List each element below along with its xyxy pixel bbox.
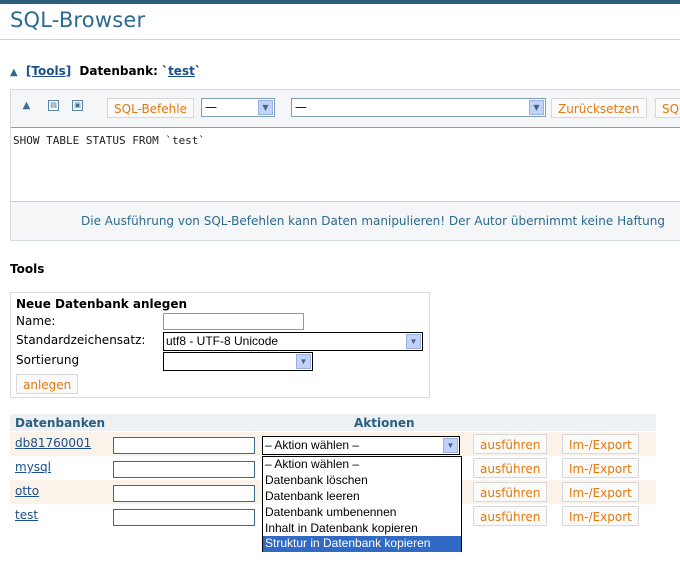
execute-button[interactable]: ausführen bbox=[473, 458, 548, 478]
db-target-input[interactable] bbox=[113, 437, 255, 454]
db-link[interactable]: test bbox=[168, 64, 195, 78]
execute-button[interactable]: ausführen bbox=[473, 506, 548, 526]
chevron-down-icon: ▼ bbox=[258, 100, 273, 115]
db-link[interactable]: test bbox=[15, 508, 38, 522]
db-link[interactable]: mysql bbox=[15, 460, 51, 474]
tools-link[interactable]: [Tools] bbox=[26, 64, 71, 78]
up-arrow-icon[interactable]: ▲ bbox=[21, 100, 32, 111]
sql-command-select[interactable]: — ▼ bbox=[291, 98, 546, 117]
sql-command-value: — bbox=[295, 100, 307, 114]
db-target-input[interactable] bbox=[113, 461, 255, 478]
table-header: Datenbanken Aktionen bbox=[10, 414, 656, 431]
sql-category-select[interactable]: — ▼ bbox=[201, 98, 275, 117]
execute-button[interactable]: ausführen bbox=[473, 482, 548, 502]
sql-execute-button[interactable]: SQ bbox=[655, 98, 680, 118]
col-actions: Aktionen bbox=[354, 416, 415, 430]
charset-label: Standardzeichensatz: bbox=[16, 333, 146, 347]
breadcrumb: ▲ [Tools] Datenbank: `test` bbox=[10, 64, 201, 78]
dropdown-option[interactable]: Inhalt in Datenbank kopieren bbox=[263, 521, 461, 537]
new-db-heading: Neue Datenbank anlegen bbox=[16, 297, 188, 311]
chevron-down-icon: ▼ bbox=[529, 100, 544, 115]
chevron-down-icon: ▼ bbox=[443, 438, 458, 453]
charset-select[interactable]: utf8 - UTF-8 Unicode ▼ bbox=[163, 332, 423, 351]
chevron-down-icon: ▼ bbox=[406, 334, 421, 349]
db-target-input[interactable] bbox=[113, 485, 255, 502]
db-link[interactable]: db81760001 bbox=[15, 436, 91, 450]
dropdown-option-highlighted[interactable]: Struktur in Datenbank kopieren bbox=[263, 536, 461, 552]
db-target-input[interactable] bbox=[113, 509, 255, 526]
charset-value: utf8 - UTF-8 Unicode bbox=[166, 334, 279, 348]
sql-panel: ▲ ▤ ▣ SQL-Befehle — ▼ — ▼ Zurücksetzen S… bbox=[10, 89, 680, 241]
reset-button[interactable]: Zurücksetzen bbox=[551, 98, 647, 118]
import-export-button[interactable]: Im-/Export bbox=[562, 506, 639, 526]
collation-label: Sortierung bbox=[16, 353, 80, 367]
title-divider bbox=[0, 39, 680, 40]
execute-button[interactable]: ausführen bbox=[473, 434, 548, 454]
import-export-button[interactable]: Im-/Export bbox=[562, 482, 639, 502]
action-select-value: – Aktion wählen – bbox=[265, 438, 360, 452]
dropdown-option[interactable]: Datenbank umbenennen bbox=[263, 505, 461, 521]
dropdown-option[interactable]: Datenbank leeren bbox=[263, 489, 461, 505]
tools-heading: Tools bbox=[10, 262, 45, 276]
table-row: db81760001 – Aktion wählen – ▼ ausführen… bbox=[10, 432, 656, 456]
dropdown-option[interactable]: – Aktion wählen – bbox=[263, 457, 461, 473]
sql-commands-button[interactable]: SQL-Befehle bbox=[107, 98, 194, 118]
warning-text: Die Ausführung von SQL-Befehlen kann Dat… bbox=[81, 214, 665, 228]
top-bar bbox=[0, 0, 680, 4]
db-name-input[interactable] bbox=[163, 313, 304, 330]
sql-editor[interactable]: SHOW TABLE STATUS FROM `test` bbox=[11, 127, 680, 202]
db-label: Datenbank: ` bbox=[79, 64, 169, 78]
db-link[interactable]: otto bbox=[15, 484, 39, 498]
back-arrow-icon: ▲ bbox=[10, 67, 18, 78]
import-export-button[interactable]: Im-/Export bbox=[562, 458, 639, 478]
dropdown-option[interactable]: Datenbank löschen bbox=[263, 473, 461, 489]
name-label: Name: bbox=[16, 314, 56, 328]
action-select[interactable]: – Aktion wählen – ▼ bbox=[262, 436, 460, 455]
new-database-form: Neue Datenbank anlegen Name: Standardzei… bbox=[10, 292, 430, 398]
collation-select[interactable]: ▼ bbox=[163, 352, 313, 371]
db-suffix: ` bbox=[194, 64, 201, 78]
create-db-button[interactable]: anlegen bbox=[16, 374, 79, 394]
sql-category-value: — bbox=[205, 100, 217, 114]
col-databases: Datenbanken bbox=[15, 416, 106, 430]
import-export-button[interactable]: Im-/Export bbox=[562, 434, 639, 454]
chevron-down-icon: ▼ bbox=[296, 354, 311, 369]
collapse-icon[interactable]: ▤ bbox=[48, 100, 59, 111]
sql-toolbar: ▲ ▤ ▣ SQL-Befehle — ▼ — ▼ Zurücksetzen S… bbox=[11, 90, 680, 126]
action-dropdown-list: – Aktion wählen – Datenbank löschen Date… bbox=[262, 456, 462, 552]
expand-icon[interactable]: ▣ bbox=[72, 100, 83, 111]
app-title: SQL-Browser bbox=[10, 8, 146, 32]
